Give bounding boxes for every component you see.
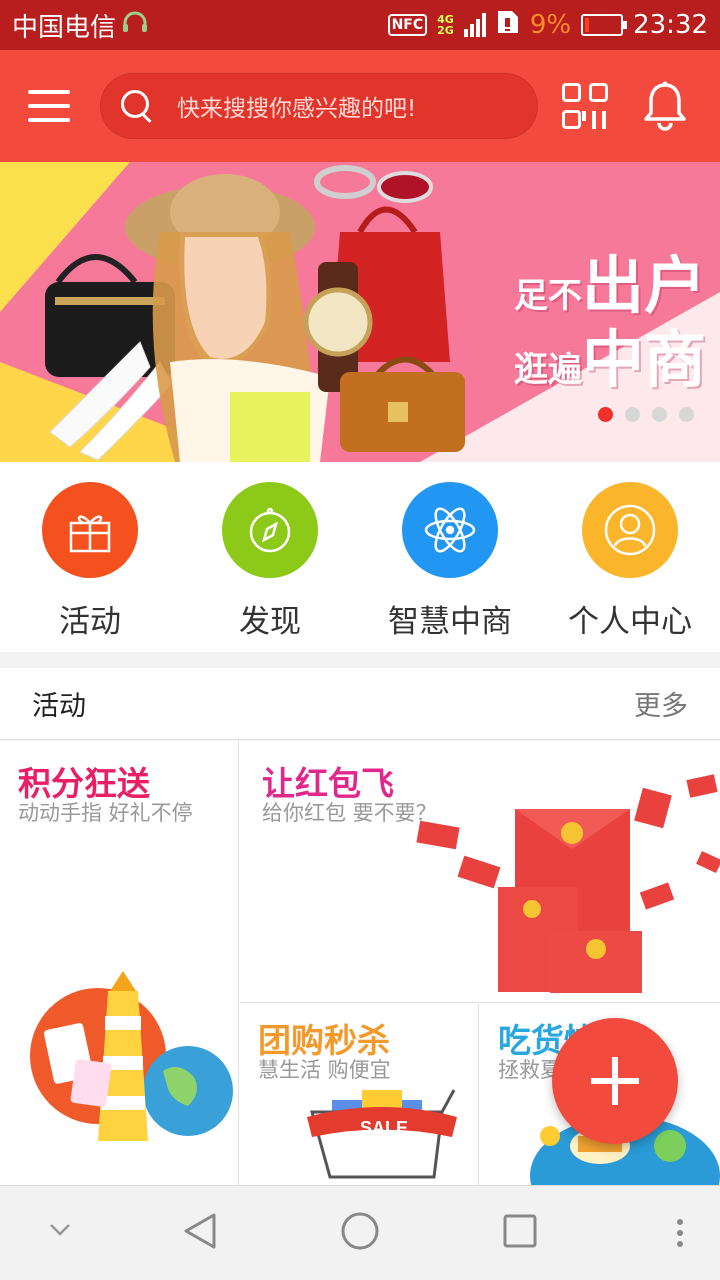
promo-banner[interactable]: 足不出户 逛遍中商: [0, 162, 720, 462]
lighthouse-illustration: [30, 971, 233, 1141]
sim-icon: [496, 9, 520, 42]
red-envelope-illustration: [416, 774, 720, 993]
card-subtitle: 慧生活 购便宜: [258, 1058, 391, 1082]
qr-code-icon[interactable]: [562, 83, 608, 129]
svg-text:SALE: SALE: [360, 1118, 408, 1138]
chevron-down-icon[interactable]: [48, 1222, 72, 1242]
headset-icon: [122, 10, 148, 40]
battery-percent: 9%: [529, 10, 572, 40]
group-buy-card[interactable]: 团购秒杀 慧生活 购便宜 SALE: [240, 1004, 479, 1185]
signal-icon: [463, 13, 486, 37]
nfc-icon: NFC: [387, 14, 428, 36]
nav-label: 活动: [59, 604, 121, 640]
carousel-dot[interactable]: [598, 407, 613, 422]
shopping-cart-illustration: SALE: [307, 1089, 457, 1179]
more-options-icon[interactable]: [676, 1218, 684, 1252]
home-icon[interactable]: [340, 1211, 380, 1255]
app-header: 快来搜搜你感兴趣的吧!: [0, 50, 720, 162]
banner-slogan: 足不出户 逛遍中商: [513, 249, 706, 396]
atom-icon: [402, 482, 498, 578]
carousel-indicator[interactable]: [598, 407, 694, 422]
nav-label: 个人中心: [568, 604, 692, 640]
nav-label: 智慧中商: [388, 604, 512, 640]
bell-icon[interactable]: [642, 81, 688, 131]
search-icon: [119, 88, 155, 124]
recents-icon[interactable]: [502, 1211, 538, 1255]
nav-profile[interactable]: 个人中心: [540, 462, 720, 652]
nav-label: 发现: [239, 604, 301, 640]
card-subtitle: 动动手指 好礼不停: [18, 801, 193, 825]
compass-icon: [222, 482, 318, 578]
status-bar: 中国电信 NFC 4G 2G 9% 23:32: [0, 0, 720, 50]
quick-nav: 活动 发现 智慧中商 个人中心: [0, 462, 720, 652]
back-icon[interactable]: [182, 1211, 218, 1255]
menu-icon[interactable]: [28, 90, 70, 122]
carrier-name: 中国电信: [12, 12, 117, 43]
carousel-dot[interactable]: [679, 407, 694, 422]
red-envelope-card[interactable]: 让红包飞 给你红包 要不要？: [240, 741, 720, 1003]
clock: 23:32: [633, 10, 708, 40]
search-placeholder: 快来搜搜你感兴趣的吧!: [177, 96, 417, 122]
carousel-dot[interactable]: [652, 407, 667, 422]
network-type: 4G 2G: [437, 13, 454, 37]
nav-activity[interactable]: 活动: [0, 462, 180, 652]
activity-section-header: 活动 更多: [0, 668, 720, 740]
search-input[interactable]: 快来搜搜你感兴趣的吧!: [100, 73, 538, 139]
battery-icon: [581, 14, 628, 36]
gift-icon: [42, 482, 138, 578]
more-link[interactable]: 更多: [634, 684, 688, 723]
system-nav-bar: [0, 1185, 720, 1280]
user-icon: [582, 482, 678, 578]
nav-discover[interactable]: 发现: [180, 462, 360, 652]
points-card[interactable]: 积分狂送 动动手指 好礼不停: [0, 741, 239, 1185]
add-button[interactable]: [552, 1018, 678, 1144]
section-title: 活动: [32, 691, 86, 722]
carousel-dot[interactable]: [625, 407, 640, 422]
plus-icon: [591, 1057, 639, 1105]
nav-smart-zhongshang[interactable]: 智慧中商: [360, 462, 540, 652]
